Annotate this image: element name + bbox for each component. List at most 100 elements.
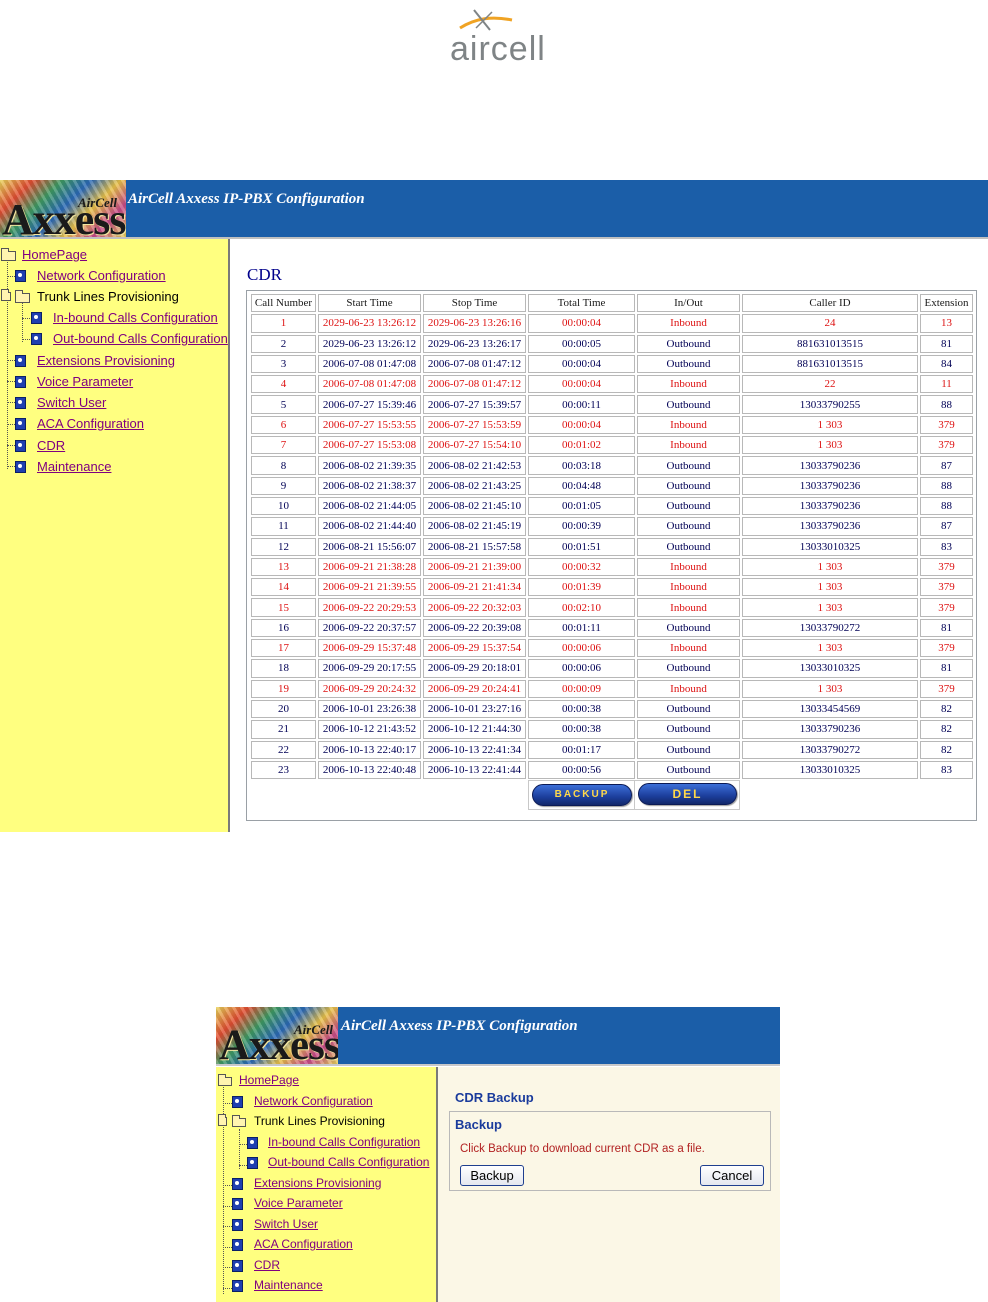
table-row: 23 2006-10-13 22:40:48 2006-10-13 22:41:44… — [251, 760, 973, 780]
nav-label[interactable]: In-bound Calls Configuration — [268, 1135, 420, 1149]
nav-label[interactable]: Extensions Provisioning — [254, 1176, 381, 1190]
table-cell: 11 — [920, 375, 973, 394]
nav-label[interactable]: Network Configuration — [254, 1094, 373, 1108]
table-cell: 2006-09-29 20:17:55 — [318, 659, 421, 678]
table-cell: 14 — [251, 578, 316, 597]
table-cell: Outbound — [637, 760, 740, 780]
tree-line — [223, 1288, 232, 1289]
nav-label[interactable]: In-bound Calls Configuration — [53, 310, 218, 325]
nav-label[interactable]: Voice Parameter — [37, 374, 133, 389]
table-cell: 5 — [251, 395, 316, 414]
table-cell: 3 — [251, 354, 316, 374]
tree-line — [7, 424, 15, 425]
table-cell: 2006-08-02 21:44:40 — [318, 517, 421, 536]
table-cell: 1 303 — [742, 639, 918, 658]
tree-line — [7, 402, 15, 403]
table-cell: Inbound — [637, 639, 740, 658]
table-cell: 1 303 — [742, 415, 918, 435]
table-row: 19 2006-09-29 20:24:32 2006-09-29 20:24:41… — [251, 679, 973, 698]
table-row: 9 2006-08-02 21:38:37 2006-08-02 21:43:25 0… — [251, 476, 973, 495]
nav-label[interactable]: Switch User — [254, 1217, 318, 1231]
table-cell: 2006-08-02 21:43:25 — [423, 476, 526, 495]
section-title: Backup — [455, 1117, 502, 1132]
tree-line — [223, 1247, 232, 1248]
table-cell: 2006-10-13 22:41:44 — [423, 760, 526, 780]
nav-sidebar: HomePage Network Configuration Trunk Lin… — [216, 1067, 438, 1302]
table-cell: 16 — [251, 618, 316, 638]
table-cell: 81 — [920, 659, 973, 678]
table-row: 15 2006-09-22 20:29:53 2006-09-22 20:32:03… — [251, 598, 973, 617]
table-cell: 379 — [920, 598, 973, 617]
table-cell: 2029-06-23 13:26:12 — [318, 334, 421, 353]
table-cell: 9 — [251, 476, 316, 495]
folder-icon — [218, 1074, 232, 1086]
nav-label[interactable]: Trunk Lines Provisioning — [254, 1114, 385, 1128]
page-icon — [15, 440, 26, 452]
table-cell: 2006-09-22 20:32:03 — [423, 598, 526, 617]
table-cell: Outbound — [637, 334, 740, 353]
table-row: 2 2029-06-23 13:26:12 2029-06-23 13:26:17 0… — [251, 334, 973, 353]
nav-label[interactable]: Network Configuration — [37, 268, 166, 283]
table-cell: 379 — [920, 557, 973, 577]
table-cell: 2006-07-08 01:47:12 — [423, 354, 526, 374]
nav-label[interactable]: Maintenance — [254, 1278, 323, 1292]
nav-label[interactable]: CDR — [37, 438, 65, 453]
table-cell: 2006-09-29 20:24:41 — [423, 679, 526, 698]
table-cell: 2006-07-27 15:53:08 — [318, 436, 421, 455]
nav-label[interactable]: Maintenance — [37, 459, 111, 474]
table-cell: 00:00:05 — [528, 334, 635, 353]
table-cell: 83 — [920, 760, 973, 780]
nav-label[interactable]: Out-bound Calls Configuration — [268, 1155, 429, 1169]
nav-label[interactable]: Out-bound Calls Configuration — [53, 331, 228, 346]
cdr-content: CDR Call Number Start Time Stop Time Tot… — [230, 239, 988, 832]
table-cell: 2006-10-13 22:40:17 — [318, 740, 421, 759]
table-cell: 22 — [251, 740, 316, 759]
page-title: CDR — [247, 265, 282, 284]
table-cell: 2006-08-02 21:45:10 — [423, 496, 526, 516]
table-cell: 2006-07-27 15:39:46 — [318, 395, 421, 414]
table-cell: 2006-08-02 21:44:05 — [318, 496, 421, 516]
table-cell: Outbound — [637, 699, 740, 719]
table-cell: 24 — [742, 314, 918, 333]
nav-sidebar: HomePage Network Configuration Trunk Lin… — [0, 239, 230, 832]
table-cell: 00:01:11 — [528, 618, 635, 638]
folder-icon — [1, 289, 11, 301]
button-separator — [634, 781, 635, 809]
axxess-brand-logo: Axxess AirCell — [0, 180, 126, 237]
table-cell: 81 — [920, 334, 973, 353]
nav-label[interactable]: Voice Parameter — [254, 1196, 343, 1210]
table-row: 12 2006-08-21 15:56:07 2006-08-21 15:57:58… — [251, 537, 973, 556]
backup-panel: Backup Click Backup to download current … — [449, 1111, 771, 1191]
table-cell: 00:01:02 — [528, 436, 635, 455]
nav-label[interactable]: HomePage — [22, 247, 87, 262]
folder-icon — [218, 1114, 227, 1126]
nav-label[interactable]: HomePage — [239, 1073, 299, 1087]
col-header: In/Out — [637, 294, 740, 313]
table-cell: 23 — [251, 760, 316, 780]
table-cell: Outbound — [637, 537, 740, 556]
table-cell: 13033790236 — [742, 456, 918, 475]
nav-label[interactable]: Switch User — [37, 395, 106, 410]
table-cell: 2006-09-29 15:37:54 — [423, 639, 526, 658]
backup-button[interactable]: BACKUP — [532, 784, 632, 806]
table-cell: 22 — [742, 375, 918, 394]
nav-label[interactable]: ACA Configuration — [37, 416, 144, 431]
table-row: 8 2006-08-02 21:39:35 2006-08-02 21:42:53 0… — [251, 456, 973, 475]
table-cell: 1 303 — [742, 578, 918, 597]
backup-button[interactable]: Backup — [460, 1165, 524, 1186]
table-cell: 13033790236 — [742, 476, 918, 495]
nav-label[interactable]: CDR — [254, 1258, 280, 1272]
nav-label[interactable]: Extensions Provisioning — [37, 353, 175, 368]
del-button[interactable]: DEL — [638, 783, 737, 805]
table-cell: 88 — [920, 476, 973, 495]
table-cell: 2006-09-22 20:39:08 — [423, 618, 526, 638]
cancel-button[interactable]: Cancel — [700, 1165, 764, 1186]
nav-label[interactable]: ACA Configuration — [254, 1237, 353, 1251]
table-cell: 2006-08-02 21:42:53 — [423, 456, 526, 475]
nav-label[interactable]: Trunk Lines Provisioning — [37, 289, 179, 304]
header-divider — [216, 1064, 780, 1066]
aircell-wordmark: aircell — [450, 30, 546, 68]
table-cell: 1 — [251, 314, 316, 333]
table-cell: 2006-09-29 20:18:01 — [423, 659, 526, 678]
cdr-table: Call Number Start Time Stop Time Total T… — [249, 292, 975, 781]
